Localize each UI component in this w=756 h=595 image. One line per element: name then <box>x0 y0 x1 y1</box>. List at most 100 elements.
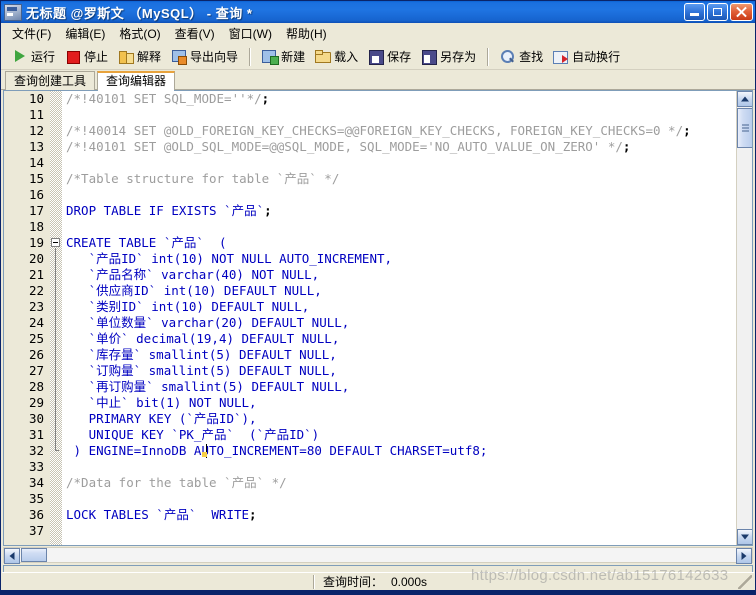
fold-cell <box>50 379 62 395</box>
new-label: 新建 <box>281 50 306 64</box>
code-token: CREATE TABLE <box>66 235 164 250</box>
save-icon <box>368 49 385 65</box>
fold-cell <box>50 491 62 507</box>
fold-cell <box>50 203 62 219</box>
stop-button[interactable]: 停止 <box>60 46 113 68</box>
export-wizard-button[interactable]: 导出向导 <box>166 46 243 68</box>
status-divider <box>312 574 315 589</box>
code-token: varchar(20) DEFAULT NULL, <box>161 315 350 330</box>
save-as-label: 另存为 <box>440 50 477 64</box>
scroll-up-button[interactable] <box>737 91 752 107</box>
toolbar: 运行 停止 解释 导出向导 新建 载入 保存 另存为 查找 自动换行 <box>1 44 755 70</box>
status-bar: 查询时间： 0.000s <box>2 572 754 590</box>
menu-view[interactable]: 查看(V) <box>168 23 222 44</box>
code-token: PRIMARY KEY (`产品ID`), <box>66 411 257 426</box>
menu-edit[interactable]: 编辑(E) <box>58 23 112 44</box>
editor-vertical-scrollbar[interactable] <box>736 91 752 545</box>
folder-open-icon <box>315 49 332 64</box>
search-icon <box>500 49 516 64</box>
code-token: LOCK TABLES `产品` WRITE <box>66 507 250 522</box>
menu-format[interactable]: 格式(O) <box>112 23 167 44</box>
fold-cell <box>50 91 62 107</box>
scroll-right-button[interactable] <box>736 548 752 564</box>
code-token: `类别ID` <box>66 299 152 314</box>
menu-help[interactable]: 帮助(H) <box>279 23 334 44</box>
code-token: `供应商ID` <box>66 283 164 298</box>
code-token: varchar(40) NOT NULL, <box>161 267 320 282</box>
editor-horizontal-scrollbar[interactable] <box>3 547 753 564</box>
new-button[interactable]: 新建 <box>257 46 310 68</box>
fold-cell <box>50 123 62 139</box>
code-line: `类别ID` int(10) DEFAULT NULL, <box>66 299 736 315</box>
line-number: 12 <box>28 123 44 138</box>
line-number: 16 <box>28 187 44 202</box>
line-number: 21 <box>28 267 44 282</box>
tab-query-editor[interactable]: 查询编辑器 <box>97 71 176 91</box>
code-token: smallint(5) DEFAULT NULL, <box>148 363 337 378</box>
run-button[interactable]: 运行 <box>7 46 60 68</box>
code-line: UNIQUE KEY `PK_产品` (`产品ID`) <box>66 427 736 443</box>
fold-cell <box>50 459 62 475</box>
code-token: `产品` <box>224 203 265 218</box>
save-button[interactable]: 保存 <box>363 46 416 68</box>
find-button[interactable]: 查找 <box>495 46 548 68</box>
close-button[interactable] <box>730 3 753 21</box>
line-number: 34 <box>28 475 44 490</box>
save-as-button[interactable]: 另存为 <box>416 46 481 68</box>
fold-cell <box>50 187 62 203</box>
fold-cell <box>50 299 62 315</box>
line-number: 18 <box>28 219 44 234</box>
code-token: `产品名称` <box>66 267 162 282</box>
line-number: 22 <box>28 283 44 298</box>
fold-guide-line <box>55 248 59 451</box>
sql-editor[interactable]: 10 11 12 13 14 15 16 17 18 19 20 21 22 23 24 25 26 27 28 29… <box>3 90 753 546</box>
fold-cell <box>50 267 62 283</box>
scroll-down-button[interactable] <box>737 529 752 545</box>
minimize-button[interactable] <box>684 3 705 21</box>
fold-cell <box>50 251 62 267</box>
menu-window[interactable]: 窗口(W) <box>222 23 279 44</box>
word-wrap-button[interactable]: 自动换行 <box>548 46 625 68</box>
code-line: `订购量` smallint(5) DEFAULT NULL, <box>66 363 736 379</box>
code-line: `产品ID` int(10) NOT NULL AUTO_INCREMENT, <box>66 251 736 267</box>
fold-cell <box>50 427 62 443</box>
resize-grip[interactable] <box>738 574 753 589</box>
fold-cell <box>50 331 62 347</box>
line-number: 24 <box>28 315 44 330</box>
save-as-icon <box>421 49 438 65</box>
load-label: 载入 <box>334 50 359 64</box>
code-folding-column[interactable] <box>50 91 62 545</box>
code-token: decimal(19,4) DEFAULT NULL, <box>136 331 340 346</box>
code-token: DROP TABLE IF EXISTS <box>66 203 225 218</box>
explain-button[interactable]: 解释 <box>113 46 166 68</box>
stop-label: 停止 <box>84 50 109 64</box>
line-number: 29 <box>28 395 44 410</box>
line-number: 25 <box>28 331 44 346</box>
scroll-left-button[interactable] <box>4 548 20 564</box>
tab-query-builder[interactable]: 查询创建工具 <box>5 71 96 90</box>
code-area[interactable]: 10 11 12 13 14 15 16 17 18 19 20 21 22 23 24 25 26 27 28 29… <box>4 91 736 545</box>
code-lines[interactable]: /*!40101 SET SQL_MODE=''*/; /*!40014 SET… <box>62 91 736 545</box>
horizontal-scroll-thumb[interactable] <box>21 548 47 562</box>
menu-file[interactable]: 文件(F) <box>5 23 58 44</box>
window-controls <box>684 3 753 21</box>
code-line: LOCK TABLES `产品` WRITE; <box>66 507 736 523</box>
line-number: 33 <box>28 459 44 474</box>
new-icon <box>262 49 280 65</box>
line-number: 20 <box>28 251 44 266</box>
vertical-scroll-thumb[interactable] <box>737 108 752 148</box>
code-token: /*!40101 SET SQL_MODE=''*/ <box>66 91 262 106</box>
fold-cell <box>50 395 62 411</box>
run-icon <box>12 49 28 64</box>
stop-icon <box>65 49 81 64</box>
maximize-button[interactable] <box>707 3 728 21</box>
line-number: 28 <box>28 379 44 394</box>
load-button[interactable]: 载入 <box>310 46 363 68</box>
code-token: `单位数量` <box>66 315 162 330</box>
code-token: /*!40101 SET @OLD_SQL_MODE=@@SQL_MODE, S… <box>66 139 623 154</box>
fold-collapse-icon[interactable] <box>51 238 60 247</box>
